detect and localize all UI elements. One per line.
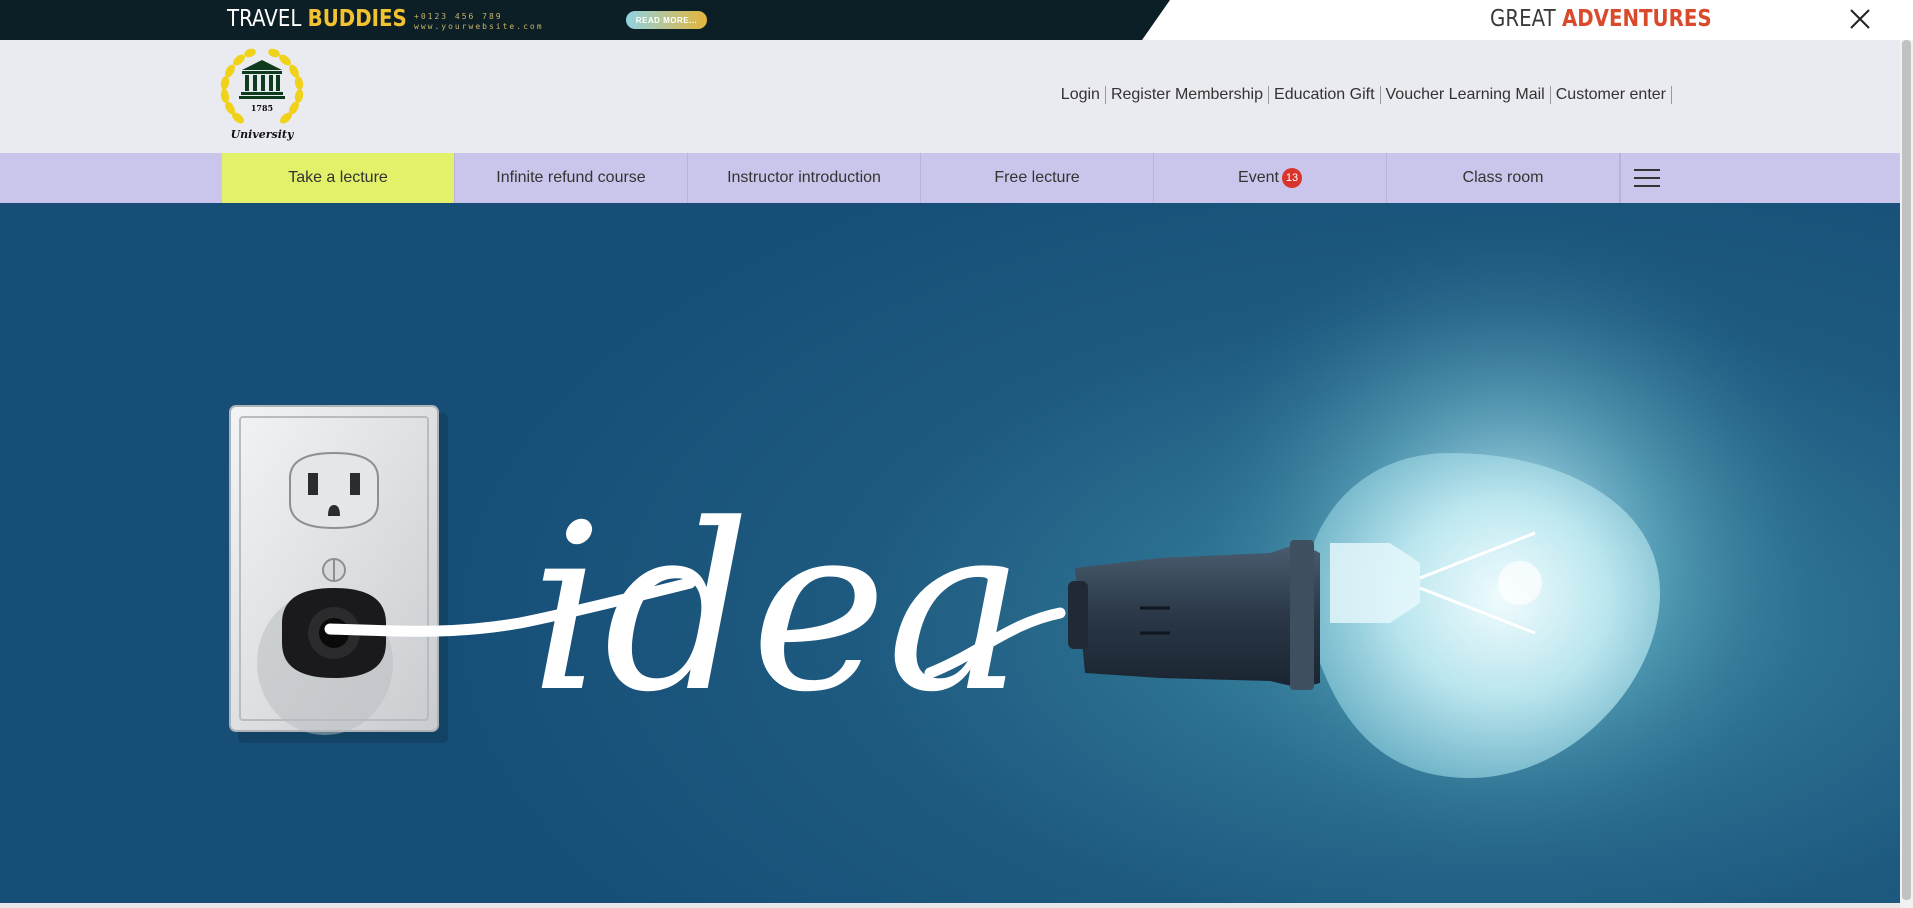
menu-item-label: Class room (1462, 169, 1544, 186)
top-ad-banner[interactable]: TRAVEL BUDDIES +0123 456 789 www.yourweb… (0, 0, 1913, 40)
menu-item-label: Free lecture (994, 169, 1080, 186)
banner-right-title: GREAT ADVENTURES (1490, 6, 1712, 32)
menu-item-label: Instructor introduction (727, 169, 881, 186)
banner-title-text: TRAVEL (227, 6, 308, 32)
university-logo[interactable]: 1785 University (220, 46, 304, 144)
horizontal-scrollbar[interactable] (0, 903, 1900, 908)
main-menu-items: Take a lecture Infinite refund course In… (222, 153, 1672, 203)
main-menu: Take a lecture Infinite refund course In… (0, 153, 1900, 203)
banner-right-text: GREAT (1490, 6, 1562, 32)
menu-item-class-room[interactable]: Class room (1387, 153, 1620, 203)
logo-year: 1785 (250, 103, 274, 113)
menu-item-infinite-refund-course[interactable]: Infinite refund course (455, 153, 688, 203)
banner-contact: +0123 456 789 www.yourwebsite.com (414, 12, 544, 32)
menu-item-label: Infinite refund course (496, 169, 646, 186)
menu-item-take-a-lecture[interactable]: Take a lecture (222, 153, 455, 203)
scrollbar-thumb[interactable] (1902, 40, 1911, 900)
menu-item-free-lecture[interactable]: Free lecture (921, 153, 1154, 203)
menu-item-event[interactable]: Event 13 (1154, 153, 1387, 203)
voucher-learning-mail-link[interactable]: Voucher Learning Mail (1381, 86, 1551, 104)
vertical-scrollbar[interactable] (1900, 40, 1913, 908)
register-membership-link[interactable]: Register Membership (1106, 86, 1270, 104)
event-count-badge: 13 (1281, 168, 1302, 188)
banner-read-more-button[interactable]: READ MORE... (626, 11, 707, 29)
banner-right-accent: ADVENTURES (1561, 6, 1712, 32)
banner-phone: +0123 456 789 (414, 12, 503, 21)
logo-name: University (230, 128, 294, 141)
utility-nav: Login Register Membership Education Gift… (1056, 86, 1672, 104)
site-header: 1785 University Login Register Membershi… (0, 40, 1900, 153)
customer-enter-link[interactable]: Customer enter (1551, 86, 1672, 104)
hamburger-menu-icon[interactable] (1620, 153, 1672, 203)
menu-item-instructor-introduction[interactable]: Instructor introduction (688, 153, 921, 203)
banner-title: TRAVEL BUDDIES (227, 6, 407, 32)
menu-item-label: Event (1238, 169, 1279, 186)
hero-illustration: idea (229, 213, 1840, 873)
banner-dark-panel (0, 0, 1170, 40)
banner-title-accent: BUDDIES (307, 6, 407, 32)
close-icon[interactable] (1846, 5, 1874, 33)
banner-website: www.yourwebsite.com (414, 22, 544, 31)
wall-outlet-icon (229, 405, 439, 735)
hero-banner: idea (0, 203, 1900, 903)
login-link[interactable]: Login (1056, 86, 1106, 104)
menu-item-label: Take a lecture (288, 169, 388, 186)
education-gift-link[interactable]: Education Gift (1269, 86, 1381, 104)
hero-word: idea (530, 476, 1024, 743)
light-bulb-icon (1068, 453, 1660, 778)
